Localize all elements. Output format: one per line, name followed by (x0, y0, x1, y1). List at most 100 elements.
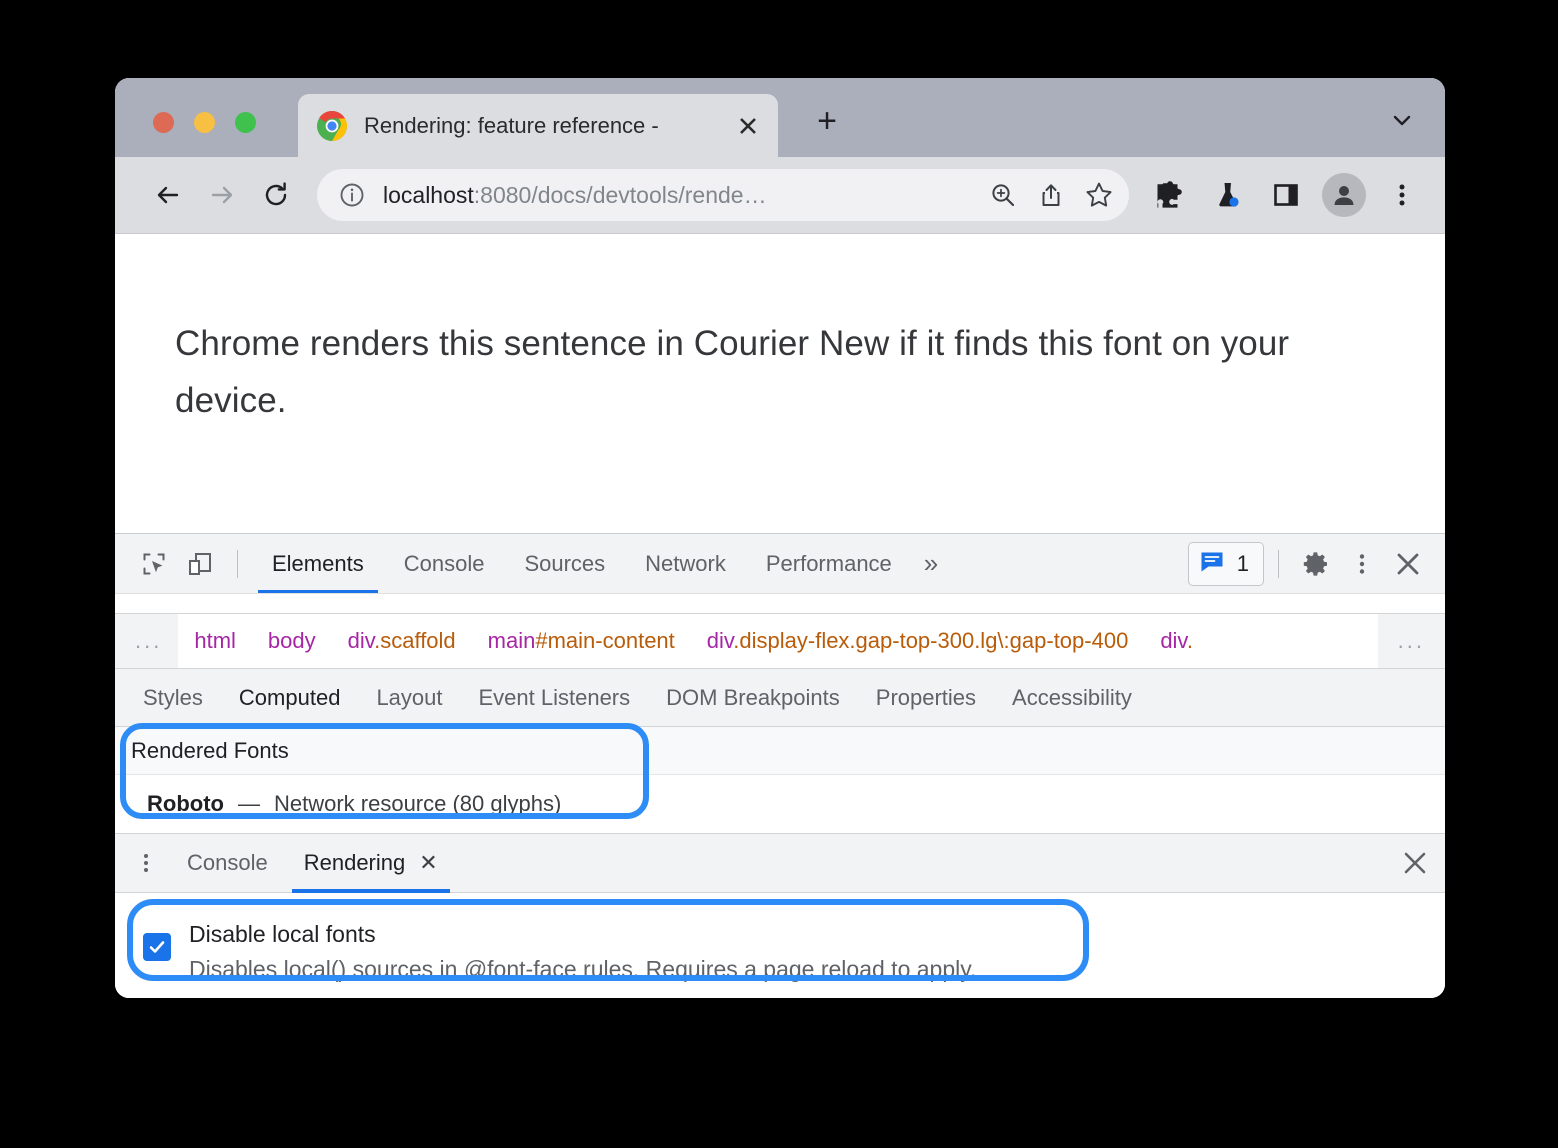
tab-close-button[interactable] (730, 108, 766, 144)
maximize-window-button[interactable] (235, 112, 256, 133)
device-toolbar-icon[interactable] (177, 541, 223, 587)
browser-window: Rendering: feature reference - + localho… (115, 78, 1445, 998)
drawer-tab-close-icon[interactable]: ✕ (419, 850, 437, 876)
new-tab-button[interactable]: + (805, 99, 849, 143)
side-panel-icon[interactable] (1259, 168, 1313, 222)
inspect-element-icon[interactable] (131, 541, 177, 587)
rendered-fonts-pane: Rendered Fonts Roboto — Network resource… (115, 723, 1445, 833)
breadcrumb-suffix: .scaffold (374, 628, 456, 653)
breadcrumb-item-body[interactable]: body (252, 628, 332, 654)
breadcrumb-item-html[interactable]: html (178, 628, 252, 654)
drawer-tab-label: Rendering (303, 850, 406, 875)
setting-disable-local-fonts[interactable]: Disable local fonts Disables local() sou… (115, 919, 1445, 985)
zoom-in-icon[interactable] (979, 171, 1027, 219)
breadcrumb-overflow-right[interactable]: ... (1377, 614, 1445, 668)
browser-toolbar: localhost:8080/docs/devtools/rende… (115, 157, 1445, 233)
rendered-fonts-header[interactable]: Rendered Fonts (115, 727, 1445, 775)
toolbar-divider (237, 549, 238, 578)
subtab-properties[interactable]: Properties (858, 669, 994, 727)
chevron-down-icon[interactable] (1385, 103, 1419, 137)
devtools-panel: Elements Console Sources Network Perform… (115, 533, 1445, 998)
subtab-label: Event Listeners (478, 684, 631, 710)
breadcrumb-item-div-last[interactable]: div. (1144, 628, 1209, 654)
dom-tree-clipped: </div> </div> (115, 593, 1445, 613)
setting-title: Disable local fonts (189, 921, 376, 947)
close-window-button[interactable] (153, 112, 174, 133)
profile-avatar-icon[interactable] (1317, 168, 1371, 222)
three-dot-menu-icon[interactable] (1375, 168, 1429, 222)
devtools-tab-label: Network (645, 550, 726, 576)
subtab-label: Styles (143, 684, 203, 710)
flask-icon[interactable] (1201, 168, 1255, 222)
back-arrow-icon[interactable] (141, 168, 195, 222)
breadcrumb-suffix: .display-flex.gap-top-300.lg\:gap-top-40… (733, 628, 1129, 653)
drawer-tab-label: Console (187, 850, 268, 875)
devtools-tab-network[interactable]: Network (625, 534, 746, 594)
drawer-tab-console[interactable]: Console (169, 833, 286, 893)
breadcrumb-tag: div (1160, 628, 1187, 653)
breadcrumb-item-main[interactable]: main#main-content (472, 628, 691, 654)
page-sentence: Chrome renders this sentence in Courier … (175, 324, 1290, 420)
drawer-menu-icon[interactable] (123, 840, 169, 886)
breadcrumb-tag: html (194, 628, 236, 653)
devtools-tab-label: Sources (524, 550, 606, 576)
address-bar[interactable]: localhost:8080/docs/devtools/rende… (317, 169, 1129, 221)
issues-badge[interactable]: 1 (1187, 541, 1264, 586)
rendered-font-dash: — (237, 791, 260, 816)
subtab-label: Computed (238, 684, 341, 710)
breadcrumb-tag: body (267, 628, 316, 653)
rendered-font-row: Roboto — Network resource (80 glyphs) (115, 775, 1445, 833)
devtools-toolbar: Elements Console Sources Network Perform… (115, 533, 1445, 594)
rendered-font-meta: Network resource (80 glyphs) (273, 791, 562, 816)
avatar (1322, 173, 1366, 217)
devtools-tab-performance[interactable]: Performance (746, 534, 912, 594)
close-icon[interactable] (1385, 541, 1431, 587)
more-tabs-button[interactable]: » (912, 534, 950, 594)
puzzle-piece-icon[interactable] (1143, 168, 1197, 222)
three-dot-menu-icon[interactable] (1339, 541, 1385, 587)
dom-tree-text: </div> </div> (159, 594, 341, 601)
breadcrumb-overflow-left[interactable]: ... (115, 614, 179, 668)
subtab-styles[interactable]: Styles (125, 669, 221, 727)
address-bar-url: localhost:8080/docs/devtools/rende… (383, 182, 979, 209)
devtools-tab-console[interactable]: Console (384, 534, 505, 594)
subtab-layout[interactable]: Layout (358, 669, 460, 727)
elements-subtabs: Styles Computed Layout Event Listeners D… (115, 669, 1445, 727)
reload-icon[interactable] (249, 168, 303, 222)
star-icon[interactable] (1075, 171, 1123, 219)
devtools-tab-elements[interactable]: Elements (252, 534, 384, 594)
breadcrumb-tag: div (706, 628, 734, 653)
breadcrumb-item-div-flex[interactable]: div.display-flex.gap-top-300.lg\:gap-top… (691, 628, 1145, 654)
breadcrumb-suffix: #main-content (535, 628, 675, 653)
issues-count: 1 (1236, 550, 1249, 576)
devtools-tab-sources[interactable]: Sources (504, 534, 625, 594)
minimize-window-button[interactable] (194, 112, 215, 133)
url-host: localhost (383, 181, 474, 208)
devtools-tab-label: Console (403, 550, 485, 576)
drawer-tab-rendering[interactable]: Rendering ✕ (286, 833, 456, 893)
subtab-accessibility[interactable]: Accessibility (994, 669, 1150, 727)
chrome-logo-icon (316, 110, 348, 142)
breadcrumb: ... html body div.scaffold main#main-con… (115, 613, 1445, 669)
forward-arrow-icon[interactable] (195, 168, 249, 222)
rendering-panel: Disable local fonts Disables local() sou… (115, 893, 1445, 998)
share-icon[interactable] (1027, 171, 1075, 219)
subtab-dom-breakpoints[interactable]: DOM Breakpoints (648, 669, 858, 727)
window-traffic-lights (153, 112, 256, 133)
issues-message-icon (1199, 548, 1225, 579)
subtab-label: Accessibility (1012, 684, 1132, 710)
subtab-computed[interactable]: Computed (221, 669, 359, 727)
disable-local-fonts-checkbox[interactable] (143, 933, 171, 961)
drawer-tabs: Console Rendering ✕ (115, 833, 1445, 893)
breadcrumb-item-div-scaffold[interactable]: div.scaffold (332, 628, 472, 654)
info-circle-icon[interactable] (339, 182, 365, 208)
subtab-label: Properties (875, 684, 977, 710)
drawer-close-icon[interactable] (1385, 833, 1445, 893)
subtab-event-listeners[interactable]: Event Listeners (461, 669, 649, 727)
url-path: :8080/docs/devtools/rende… (473, 181, 767, 208)
tab-title: Rendering: feature reference - (364, 112, 659, 138)
gear-icon[interactable] (1293, 541, 1339, 587)
browser-tab[interactable]: Rendering: feature reference - (298, 94, 778, 157)
breadcrumb-suffix: . (1186, 628, 1193, 653)
tab-strip: Rendering: feature reference - + (115, 78, 1445, 157)
